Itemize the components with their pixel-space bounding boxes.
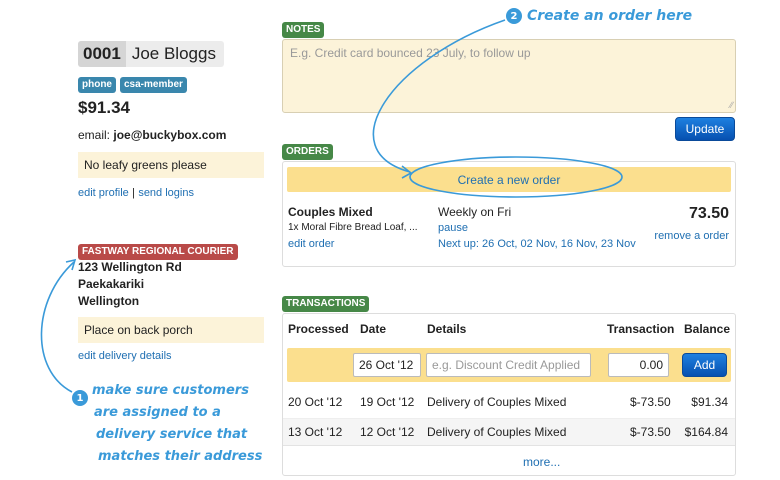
step1-line: delivery service that (96, 427, 248, 442)
create-order-highlight (409, 156, 623, 198)
step1-line: are assigned to a (94, 405, 221, 420)
step1-line: matches their address (98, 449, 263, 464)
arrow-step1 (40, 261, 75, 393)
step1-text: make sure customers are assigned to a de… (92, 380, 262, 468)
step2-number-badge: 2 (506, 8, 522, 24)
step2-annotation: 2 Create an order here (506, 8, 692, 24)
step1-line: make sure customers (92, 383, 249, 398)
arrow-step2 (372, 19, 506, 173)
step1-annotation: 1 make sure customers are assigned to a … (72, 380, 262, 468)
step2-text: Create an order here (527, 8, 693, 24)
step1-number-badge: 1 (72, 390, 88, 406)
